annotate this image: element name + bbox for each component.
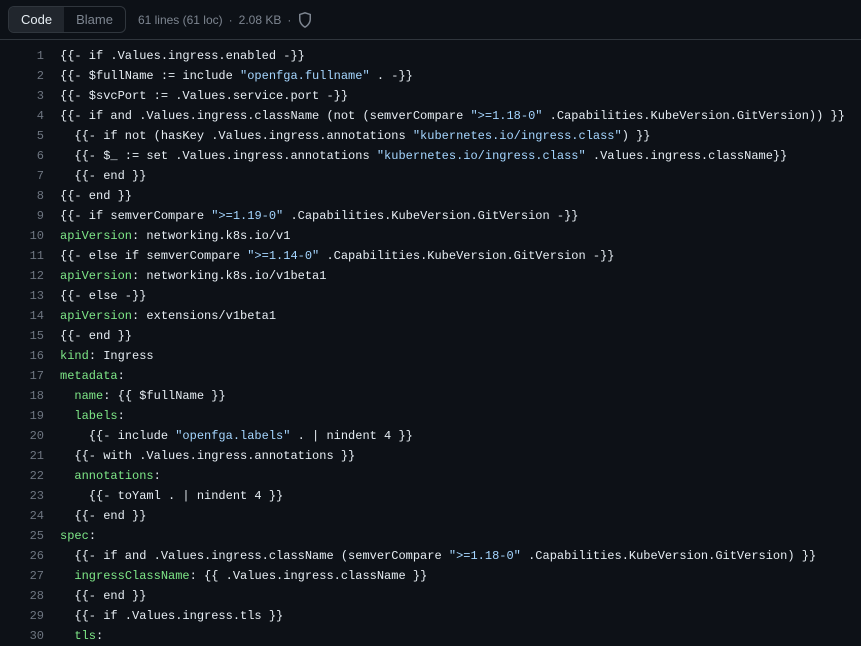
line-number: 1 [0, 46, 44, 66]
line-number: 4 [0, 106, 44, 126]
tab-code[interactable]: Code [9, 7, 64, 32]
line-number: 25 [0, 526, 44, 546]
code-line[interactable]: spec: [60, 526, 861, 546]
line-number: 20 [0, 426, 44, 446]
code-line[interactable]: {{- with .Values.ingress.annotations }} [60, 446, 861, 466]
code-line[interactable]: {{- $fullName := include "openfga.fullna… [60, 66, 861, 86]
file-lines: 61 lines (61 loc) [138, 13, 223, 27]
line-number: 3 [0, 86, 44, 106]
line-number: 19 [0, 406, 44, 426]
file-size: 2.08 KB [239, 13, 282, 27]
file-header: Code Blame 61 lines (61 loc) · 2.08 KB · [0, 0, 861, 40]
line-number: 11 [0, 246, 44, 266]
code-line[interactable]: {{- include "openfga.labels" . | nindent… [60, 426, 861, 446]
line-number: 29 [0, 606, 44, 626]
line-number: 16 [0, 346, 44, 366]
tab-blame[interactable]: Blame [64, 7, 125, 32]
line-number: 7 [0, 166, 44, 186]
line-number: 10 [0, 226, 44, 246]
shield-icon[interactable] [297, 12, 313, 28]
code-line[interactable]: {{- toYaml . | nindent 4 }} [60, 486, 861, 506]
code-line[interactable]: {{- end }} [60, 326, 861, 346]
code-viewer: 1234567891011121314151617181920212223242… [0, 40, 861, 646]
code-line[interactable]: {{- $svcPort := .Values.service.port -}} [60, 86, 861, 106]
code-line[interactable]: {{- end }} [60, 186, 861, 206]
separator-dot: · [229, 13, 233, 27]
line-number-gutter: 1234567891011121314151617181920212223242… [0, 46, 60, 646]
line-number: 27 [0, 566, 44, 586]
line-number: 13 [0, 286, 44, 306]
code-line[interactable]: {{- $_ := set .Values.ingress.annotation… [60, 146, 861, 166]
code-line[interactable]: kind: Ingress [60, 346, 861, 366]
code-line[interactable]: {{- if semverCompare ">=1.19-0" .Capabil… [60, 206, 861, 226]
code-line[interactable]: {{- end }} [60, 586, 861, 606]
line-number: 23 [0, 486, 44, 506]
code-line[interactable]: apiVersion: networking.k8s.io/v1beta1 [60, 266, 861, 286]
code-line[interactable]: {{- if and .Values.ingress.className (se… [60, 546, 861, 566]
line-number: 28 [0, 586, 44, 606]
line-number: 17 [0, 366, 44, 386]
code-line[interactable]: annotations: [60, 466, 861, 486]
code-line[interactable]: {{- if .Values.ingress.enabled -}} [60, 46, 861, 66]
code-line[interactable]: tls: [60, 626, 861, 646]
code-line[interactable]: {{- if and .Values.ingress.className (no… [60, 106, 861, 126]
line-number: 24 [0, 506, 44, 526]
code-line[interactable]: apiVersion: networking.k8s.io/v1 [60, 226, 861, 246]
code-line[interactable]: {{- end }} [60, 166, 861, 186]
separator-dot: · [287, 13, 291, 27]
view-tabs: Code Blame [8, 6, 126, 33]
code-line[interactable]: name: {{ $fullName }} [60, 386, 861, 406]
code-lines[interactable]: {{- if .Values.ingress.enabled -}}{{- $f… [60, 46, 861, 646]
line-number: 9 [0, 206, 44, 226]
line-number: 14 [0, 306, 44, 326]
code-line[interactable]: ingressClassName: {{ .Values.ingress.cla… [60, 566, 861, 586]
line-number: 8 [0, 186, 44, 206]
line-number: 26 [0, 546, 44, 566]
line-number: 18 [0, 386, 44, 406]
code-line[interactable]: {{- if .Values.ingress.tls }} [60, 606, 861, 626]
code-line[interactable]: apiVersion: extensions/v1beta1 [60, 306, 861, 326]
line-number: 5 [0, 126, 44, 146]
line-number: 12 [0, 266, 44, 286]
code-line[interactable]: {{- else -}} [60, 286, 861, 306]
line-number: 22 [0, 466, 44, 486]
file-info: 61 lines (61 loc) · 2.08 KB · [138, 12, 313, 28]
code-line[interactable]: metadata: [60, 366, 861, 386]
code-line[interactable]: {{- end }} [60, 506, 861, 526]
line-number: 21 [0, 446, 44, 466]
code-line[interactable]: {{- if not (hasKey .Values.ingress.annot… [60, 126, 861, 146]
line-number: 2 [0, 66, 44, 86]
line-number: 6 [0, 146, 44, 166]
code-line[interactable]: labels: [60, 406, 861, 426]
code-line[interactable]: {{- else if semverCompare ">=1.14-0" .Ca… [60, 246, 861, 266]
line-number: 15 [0, 326, 44, 346]
line-number: 30 [0, 626, 44, 646]
